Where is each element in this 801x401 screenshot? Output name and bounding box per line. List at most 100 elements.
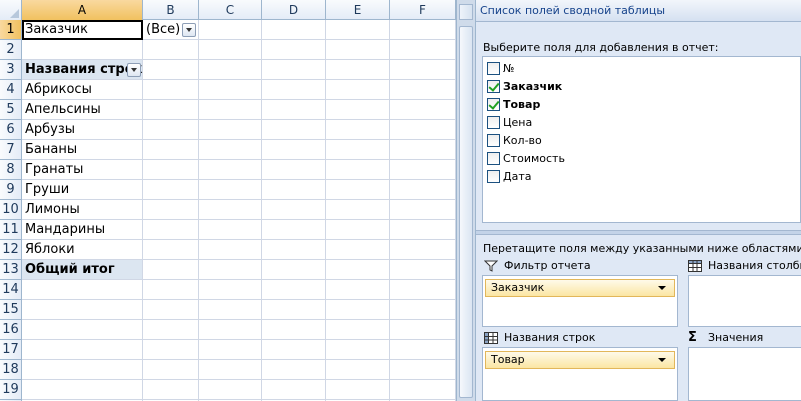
cell-a12[interactable]: Яблоки [22,240,143,260]
cell-f16[interactable] [390,320,456,340]
field-checkbox[interactable] [487,97,500,111]
field-item[interactable]: Стоимость [487,150,565,168]
cell-e17[interactable] [326,340,390,360]
cell-d13[interactable] [262,260,326,280]
field-checkbox[interactable] [487,115,500,129]
column-header-f[interactable]: F [390,0,456,20]
cell-a5[interactable]: Апельсины [22,100,143,120]
cell-e18[interactable] [326,360,390,380]
cell-e7[interactable] [326,140,390,160]
cell-b10[interactable] [143,200,199,220]
row-header[interactable]: 2 [0,40,22,60]
cell-c4[interactable] [199,80,262,100]
row-header[interactable]: 9 [0,180,22,200]
scroll-thumb[interactable] [459,26,473,398]
cell-a2[interactable] [22,40,143,60]
dropdown-arrow-icon[interactable] [658,286,666,290]
cell-b14[interactable] [143,280,199,300]
cell-f19[interactable] [390,380,456,400]
cell-b9[interactable] [143,180,199,200]
cell-b7[interactable] [143,140,199,160]
cell-a8[interactable]: Гранаты [22,160,143,180]
row-header[interactable]: 14 [0,280,22,300]
row-header[interactable]: 19 [0,380,22,400]
cell-f12[interactable] [390,240,456,260]
cell-f18[interactable] [390,360,456,380]
field-item[interactable]: Заказчик [487,78,562,96]
cell-d11[interactable] [262,220,326,240]
cell-c10[interactable] [199,200,262,220]
field-item[interactable]: Кол-во [487,132,542,150]
cell-c9[interactable] [199,180,262,200]
cell-f14[interactable] [390,280,456,300]
row-header[interactable]: 6 [0,120,22,140]
row-header[interactable]: 13 [0,260,22,280]
cell-b4[interactable] [143,80,199,100]
cell-f9[interactable] [390,180,456,200]
cell-d5[interactable] [262,100,326,120]
cell-f4[interactable] [390,80,456,100]
scroll-up-button[interactable] [459,4,473,20]
row-labels-dropdown-button[interactable] [127,63,141,77]
cell-e16[interactable] [326,320,390,340]
cell-f7[interactable] [390,140,456,160]
dropdown-arrow-icon[interactable] [658,358,666,362]
cell-c8[interactable] [199,160,262,180]
column-header-a[interactable]: A [22,0,143,20]
field-item[interactable]: № [487,60,514,78]
cell-e12[interactable] [326,240,390,260]
row-header[interactable]: 7 [0,140,22,160]
cell-b15[interactable] [143,300,199,320]
cell-a14[interactable] [22,280,143,300]
cell-a10[interactable]: Лимоны [22,200,143,220]
cell-e13[interactable] [326,260,390,280]
cell-d8[interactable] [262,160,326,180]
cell-b3[interactable] [143,60,199,80]
cell-c14[interactable] [199,280,262,300]
vertical-scrollbar[interactable] [456,0,476,401]
select-all-corner[interactable] [0,0,22,20]
cell-e5[interactable] [326,100,390,120]
cell-c11[interactable] [199,220,262,240]
row-header[interactable]: 5 [0,100,22,120]
field-checkbox[interactable] [487,79,500,93]
row-header[interactable]: 3 [0,60,22,80]
cell-c5[interactable] [199,100,262,120]
row-header[interactable]: 18 [0,360,22,380]
row-header[interactable]: 11 [0,220,22,240]
cell-e14[interactable] [326,280,390,300]
cell-c2[interactable] [199,40,262,60]
field-item[interactable]: Товар [487,96,540,114]
cell-b18[interactable] [143,360,199,380]
cell-a17[interactable] [22,340,143,360]
cell-c19[interactable] [199,380,262,400]
field-checkbox[interactable] [487,151,500,165]
row-header[interactable]: 10 [0,200,22,220]
cell-a15[interactable] [22,300,143,320]
field-checkbox[interactable] [487,133,500,147]
cell-b6[interactable] [143,120,199,140]
cell-b12[interactable] [143,240,199,260]
cell-e3[interactable] [326,60,390,80]
filter-field-customer[interactable]: Заказчик [485,279,675,297]
cell-a3[interactable]: Названия строк [22,60,143,80]
column-labels-drop-zone[interactable] [688,275,801,327]
row-field-product[interactable]: Товар [485,351,675,369]
column-header-c[interactable]: C [199,0,262,20]
cell-a19[interactable] [22,380,143,400]
cell-a16[interactable] [22,320,143,340]
cell-d15[interactable] [262,300,326,320]
cell-c12[interactable] [199,240,262,260]
cell-a1[interactable]: Заказчик [22,20,143,40]
cell-c16[interactable] [199,320,262,340]
cell-d7[interactable] [262,140,326,160]
cell-e4[interactable] [326,80,390,100]
report-filter-drop-zone[interactable]: Заказчик [482,275,678,327]
cell-a11[interactable]: Мандарины [22,220,143,240]
field-list[interactable]: № Заказчик Товар Цена Кол-во Стоимость Дата [482,56,801,223]
cell-b8[interactable] [143,160,199,180]
cell-c13[interactable] [199,260,262,280]
cell-f1[interactable] [390,20,456,40]
cell-f17[interactable] [390,340,456,360]
cell-f2[interactable] [390,40,456,60]
